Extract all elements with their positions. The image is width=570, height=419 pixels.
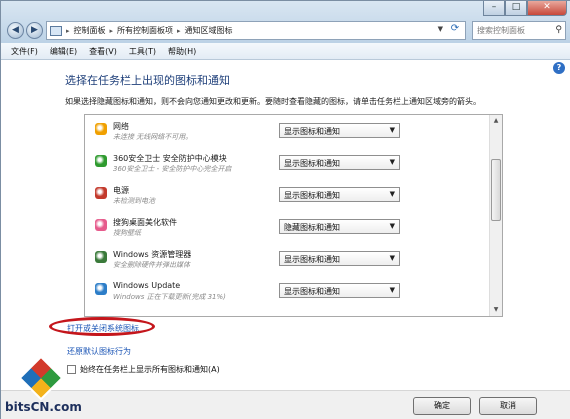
breadcrumb-separator-icon: ▸ (177, 26, 181, 35)
watermark-logo: bitsCN.com (3, 355, 93, 418)
behavior-select[interactable]: 显示图标和通知 ▼ (279, 187, 400, 202)
close-button[interactable]: ✕ (527, 1, 567, 16)
list-scrollbar[interactable]: ▲ ▼ (489, 115, 502, 316)
list-item: 360安全卫士 安全防护中心模块 360安全卫士 - 安全防护中心完全开启 显示图标… (85, 151, 489, 183)
highlight-circle (49, 317, 155, 336)
item-title: 电源 (113, 186, 129, 195)
chevron-down-icon[interactable]: ▼ (390, 158, 395, 166)
behavior-value: 显示图标和通知 (284, 287, 340, 296)
item-title: 网络 (113, 122, 129, 131)
list-item: 网络未连接 无线网络不可用。 显示图标和通知 ▼ (85, 119, 489, 151)
item-title: 搜狗桌面美化软件 (113, 218, 177, 227)
list-item: Windows Update Windows 正在下载更新(完成 31%) 显示图标… (85, 279, 489, 311)
restore-default-link[interactable]: 还原默认图标行为 (67, 346, 131, 357)
menu-file[interactable]: 文件(F) (5, 43, 44, 59)
item-subtitle: 未连接 无线网络不可用。 (113, 133, 193, 141)
list-item: 搜狗桌面美化软件 搜狗壁纸 隐藏图标和通知 ▼ (85, 215, 489, 247)
item-subtitle: 未检测到电池 (113, 197, 155, 205)
chevron-down-icon[interactable]: ▼ (390, 190, 395, 198)
item-subtitle: 安全删除硬件并弹出媒体 (113, 261, 190, 269)
power-icon (95, 187, 107, 199)
update-icon (95, 283, 107, 295)
page-description: 如果选择隐藏图标和通知，则不会向您通知更改和更新。要随时查看隐藏的图标，请单击任… (65, 97, 481, 106)
address-dropdown-icon[interactable]: ▼ (438, 25, 443, 33)
scroll-thumb[interactable] (491, 159, 501, 221)
maximize-button[interactable]: □ (505, 1, 527, 16)
360-icon (95, 155, 107, 167)
behavior-value: 显示图标和通知 (284, 159, 340, 168)
menu-view[interactable]: 查看(V) (83, 43, 123, 59)
breadcrumb-notification-icons[interactable]: 通知区域图标 (185, 25, 233, 36)
refresh-icon[interactable]: ⟳ (447, 23, 463, 38)
breadcrumb-all-items[interactable]: 所有控制面板项 (117, 25, 173, 36)
behavior-select[interactable]: 显示图标和通知 ▼ (279, 123, 400, 138)
item-title: Windows Update (113, 281, 181, 290)
address-bar[interactable]: ▸ 控制面板 ▸ 所有控制面板项 ▸ 通知区域图标 ▼ ⟳ (46, 21, 466, 40)
title-bar: ◀ ▶ ▸ 控制面板 ▸ 所有控制面板项 ▸ 通知区域图标 ▼ ⟳ 搜索控制面板… (1, 1, 570, 43)
item-title: 360安全卫士 安全防护中心模块 (113, 154, 227, 163)
notification-icon-list: 网络 未连接 无线网络不可用。 显示图标和通知 ▼ 360安全卫士 安全防护中心模块 36… (84, 114, 503, 317)
menu-help[interactable]: 帮助(H) (162, 43, 202, 59)
network-icon (95, 123, 107, 135)
behavior-select[interactable]: 显示图标和通知 ▼ (279, 155, 400, 170)
scroll-down-icon[interactable]: ▼ (490, 304, 502, 316)
behavior-value: 隐藏图标和通知 (284, 223, 340, 232)
menu-edit[interactable]: 编辑(E) (44, 43, 83, 59)
item-subtitle: 搜狗壁纸 (113, 229, 141, 237)
item-subtitle: Windows 正在下载更新(完成 31%) (113, 293, 226, 301)
minimize-button[interactable]: – (483, 1, 505, 16)
chevron-down-icon[interactable]: ▼ (390, 126, 395, 134)
forward-button[interactable]: ▶ (26, 22, 43, 39)
behavior-value: 显示图标和通知 (284, 191, 340, 200)
behavior-value: 显示图标和通知 (284, 127, 340, 136)
ok-button[interactable]: 确定 (413, 397, 471, 415)
sogou-icon (95, 219, 107, 231)
usb-icon (95, 251, 107, 263)
behavior-select[interactable]: 隐藏图标和通知 ▼ (279, 219, 400, 234)
behavior-select[interactable]: 显示图标和通知 ▼ (279, 283, 400, 298)
breadcrumb-control-panel[interactable]: 控制面板 (74, 25, 106, 36)
breadcrumb-separator-icon: ▸ (66, 26, 70, 35)
chevron-down-icon[interactable]: ▼ (390, 254, 395, 262)
search-input[interactable]: 搜索控制面板 ⚲ (472, 21, 566, 40)
show-all-icons-label: 始终在任务栏上显示所有图标和通知(A) (80, 365, 220, 374)
behavior-value: 显示图标和通知 (284, 255, 340, 264)
list-item: Windows 资源管理器 安全删除硬件并弹出媒体 显示图标和通知 ▼ (85, 247, 489, 279)
search-placeholder: 搜索控制面板 (477, 26, 525, 35)
cancel-button[interactable]: 取消 (479, 397, 537, 415)
menu-bar: 文件(F) 编辑(E) 查看(V) 工具(T) 帮助(H) (1, 43, 570, 60)
watermark-logo-icon (18, 355, 64, 401)
help-icon[interactable]: ? (553, 62, 565, 74)
control-panel-icon (50, 25, 62, 36)
chevron-down-icon[interactable]: ▼ (390, 222, 395, 230)
breadcrumb-separator-icon: ▸ (109, 26, 114, 35)
main-content: ? 选择在任务栏上出现的图标和通知 如果选择隐藏图标和通知，则不会向您通知更改和… (1, 60, 570, 390)
page-title: 选择在任务栏上出现的图标和通知 (65, 74, 230, 87)
chevron-down-icon[interactable]: ▼ (390, 286, 395, 294)
item-subtitle: 360安全卫士 - 安全防护中心完全开启 (113, 165, 232, 173)
navigation-buttons: ◀ ▶ (7, 22, 43, 39)
back-button[interactable]: ◀ (7, 22, 24, 39)
list-item: 电源未检测到电池 显示图标和通知 ▼ (85, 183, 489, 215)
menu-tools[interactable]: 工具(T) (123, 43, 162, 59)
item-title: Windows 资源管理器 (113, 250, 192, 259)
window-controls: – □ ✕ (483, 1, 567, 16)
watermark-text: bitsCN.com (5, 400, 82, 414)
search-icon[interactable]: ⚲ (555, 25, 562, 35)
control-panel-window: ◀ ▶ ▸ 控制面板 ▸ 所有控制面板项 ▸ 通知区域图标 ▼ ⟳ 搜索控制面板… (0, 0, 570, 419)
scroll-up-icon[interactable]: ▲ (490, 115, 502, 127)
behavior-select[interactable]: 显示图标和通知 ▼ (279, 251, 400, 266)
